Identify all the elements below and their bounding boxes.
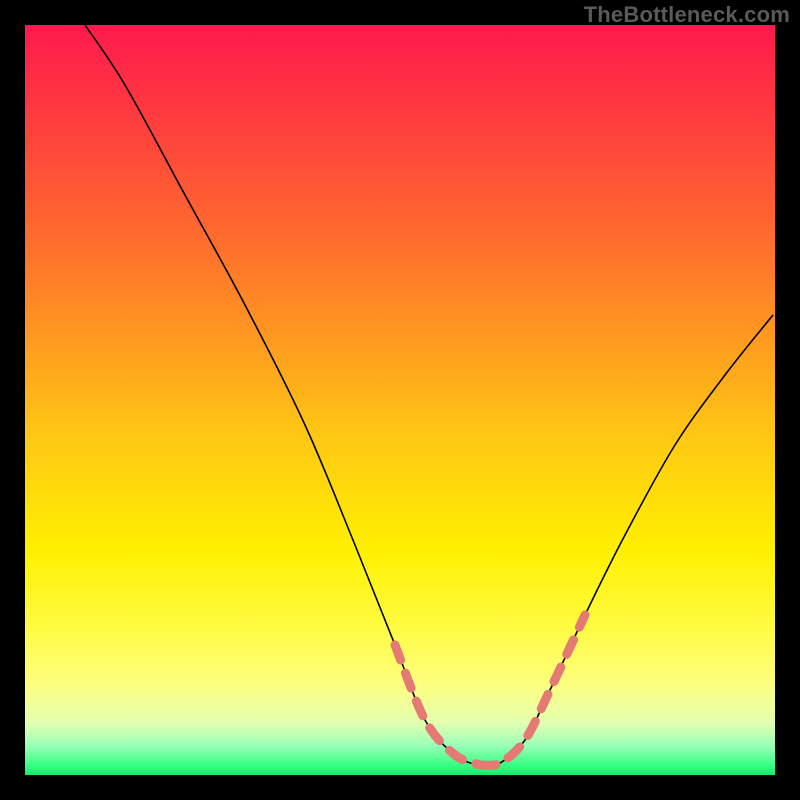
highlight-dash-right — [480, 615, 585, 765]
chart-svg — [25, 25, 775, 775]
bottleneck-curve-line — [85, 25, 773, 766]
highlight-dash-left — [395, 645, 480, 765]
plot-area — [25, 25, 775, 775]
outer-frame: TheBottleneck.com — [0, 0, 800, 800]
